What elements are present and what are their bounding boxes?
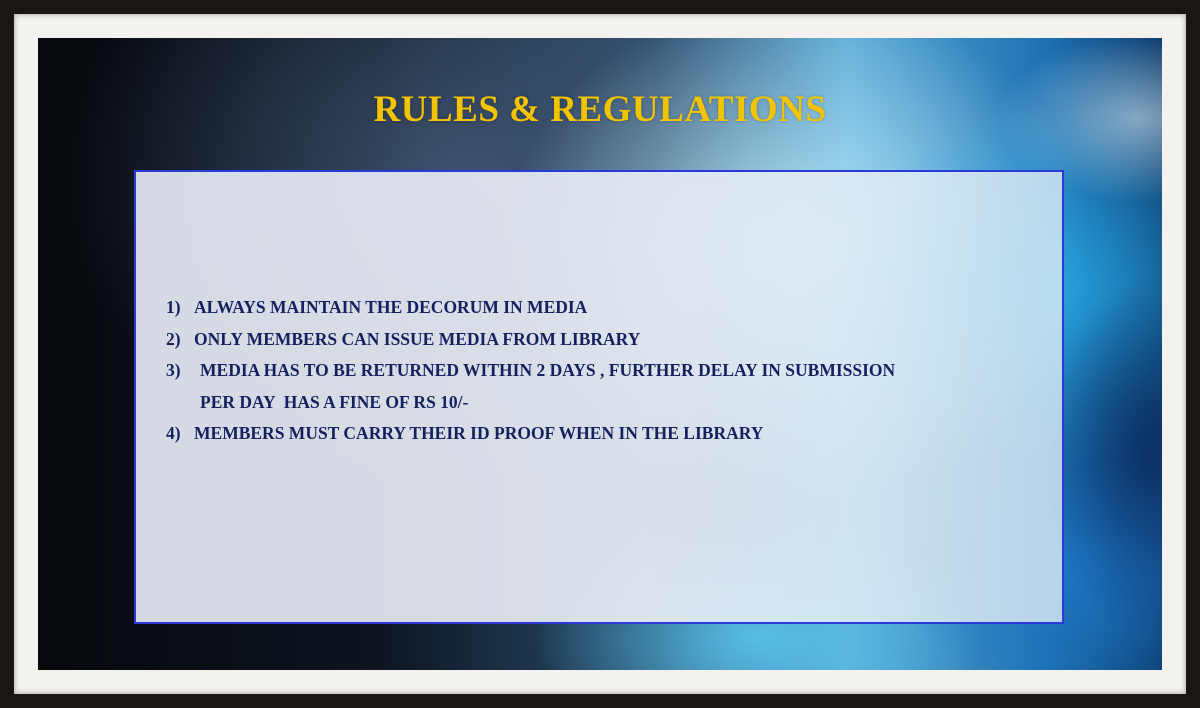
rule-text: ALWAYS MAINTAIN THE DECORUM IN MEDIA: [194, 297, 588, 317]
rule-item: 1) ALWAYS MAINTAIN THE DECORUM IN MEDIA: [166, 292, 1046, 324]
rule-number: 4): [166, 423, 181, 443]
rule-text: MEMBERS MUST CARRY THEIR ID PROOF WHEN I…: [194, 423, 764, 443]
slide: RULES & REGULATIONS 1) ALWAYS MAINTAIN T…: [38, 38, 1162, 670]
rule-text: MEDIA HAS TO BE RETURNED WITHIN 2 DAYS ,…: [200, 360, 896, 380]
rule-number: 1): [166, 297, 181, 317]
rule-number: 2): [166, 328, 181, 349]
rule-text-continuation: PER DAY HAS A FINE OF RS 10/-: [200, 391, 469, 412]
rule-text: ONLY MEMBERS CAN ISSUE MEDIA FROM LIBRAR…: [194, 328, 641, 349]
rules-box: 1) ALWAYS MAINTAIN THE DECORUM IN MEDIA …: [134, 170, 1064, 624]
rules-list: 1) ALWAYS MAINTAIN THE DECORUM IN MEDIA …: [166, 292, 1046, 450]
rule-item: 2) ONLY MEMBERS CAN ISSUE MEDIA FROM LIB…: [166, 324, 1046, 356]
slide-title: RULES & REGULATIONS: [373, 89, 827, 130]
rule-item: 3) MEDIA HAS TO BE RETURNED WITHIN 2 DAY…: [166, 355, 1046, 418]
rule-item: 4) MEMBERS MUST CARRY THEIR ID PROOF WHE…: [166, 418, 1046, 450]
rule-number: 3): [166, 360, 181, 380]
